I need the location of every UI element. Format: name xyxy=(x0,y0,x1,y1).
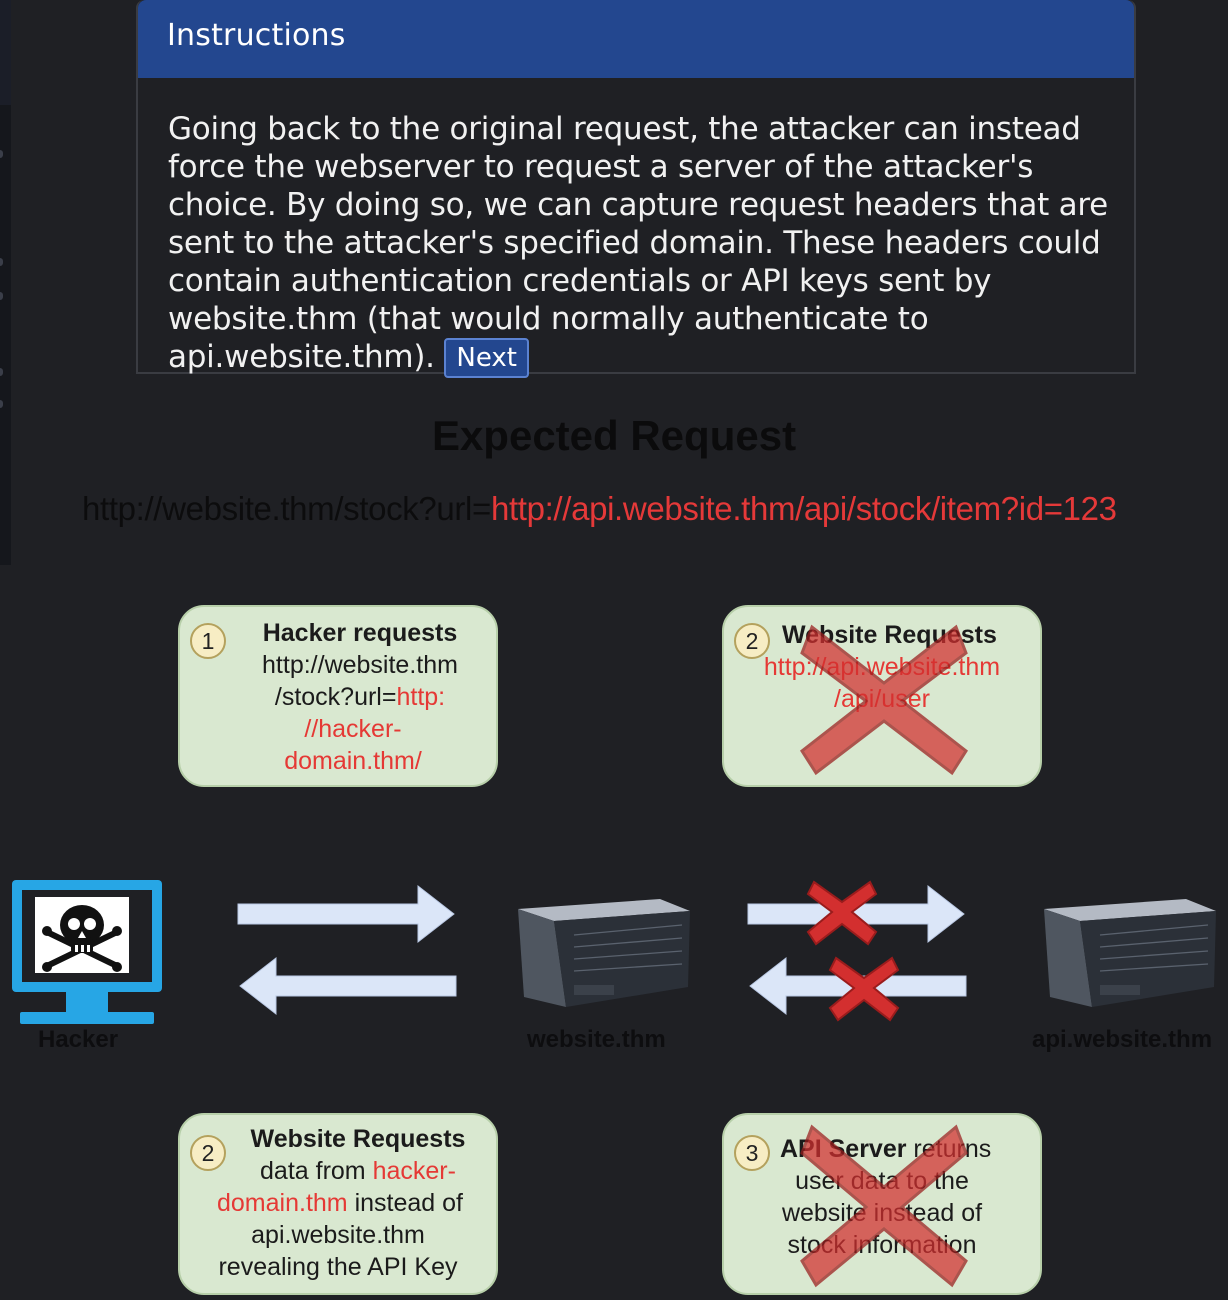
url-prefix: http://website.thm/stock?url= xyxy=(82,490,491,527)
sidebar-segment xyxy=(0,0,11,105)
sidebar-marker xyxy=(0,258,3,266)
sidebar-marker xyxy=(0,292,3,300)
step-line-text: instead of xyxy=(347,1189,463,1217)
step-title: Hacker requests xyxy=(262,619,458,647)
sidebar-marker xyxy=(0,368,3,376)
instructions-text: Going back to the original request, the … xyxy=(168,111,1109,375)
step-website-request-blocked: 2 Website Requests http://api.website.th… xyxy=(722,605,1042,787)
blocked-x-icon xyxy=(828,956,900,1022)
step-line-red: hacker- xyxy=(372,1157,456,1185)
expected-request-url: http://website.thm/stock?url=http://api.… xyxy=(82,490,1117,528)
step-hacker-request: 1 Hacker requests http://website.thm /st… xyxy=(178,605,498,787)
step-line: domain.thm instead of xyxy=(180,1187,496,1219)
step-line: revealing the API Key xyxy=(218,1253,458,1281)
step-line: /stock?url=http: xyxy=(224,681,496,713)
node-label-website: website.thm xyxy=(527,1026,666,1053)
step-line: http://website.thm xyxy=(262,651,458,679)
step-website-request-hacker: 2 Website Requests data from hacker- dom… xyxy=(178,1113,498,1295)
step-number-badge: 2 xyxy=(190,1135,226,1171)
node-label-api: api.website.thm xyxy=(1032,1026,1213,1053)
instructions-body: Going back to the original request, the … xyxy=(138,78,1134,378)
step-line: api.website.thm xyxy=(251,1221,425,1249)
step-line-red: http: xyxy=(396,683,446,711)
step-number-badge: 3 xyxy=(734,1135,770,1171)
step-line-red: domain.thm xyxy=(217,1189,348,1217)
step-line: data from hacker- xyxy=(220,1155,496,1187)
arrow-left-icon xyxy=(239,956,457,1016)
diagram-title: Expected Request xyxy=(431,412,797,459)
step-api-returns-blocked: 3 API Server returns user data to the we… xyxy=(722,1113,1042,1295)
skull-crossbones-icon xyxy=(35,897,129,973)
step-line-text: data from xyxy=(260,1157,373,1185)
step-title: Website Requests xyxy=(250,1125,466,1153)
instructions-panel: Instructions Going back to the original … xyxy=(136,0,1136,378)
server-icon xyxy=(518,899,690,1007)
step-number-badge: 1 xyxy=(190,623,226,659)
sidebar-marker xyxy=(0,150,3,158)
next-button[interactable]: Next xyxy=(444,338,529,378)
url-target: http://api.website.thm/api/stock/item?id… xyxy=(490,490,1117,527)
blocked-x-icon xyxy=(800,1124,968,1288)
instructions-header: Instructions xyxy=(138,0,1134,78)
step-line-text: /stock?url= xyxy=(274,683,397,711)
blocked-x-icon xyxy=(806,880,878,946)
sidebar-marker xyxy=(0,400,3,408)
server-icon xyxy=(1044,899,1216,1007)
left-sidebar-strip xyxy=(0,0,11,565)
blocked-x-icon xyxy=(800,624,968,776)
node-label-hacker: Hacker xyxy=(38,1026,119,1053)
step-line-red: //hacker- xyxy=(304,715,402,743)
step-number-badge: 2 xyxy=(734,623,770,659)
arrow-pair-hacker-website xyxy=(237,884,457,1016)
arrow-right-icon xyxy=(237,884,455,944)
step-line-red: domain.thm/ xyxy=(284,747,422,775)
